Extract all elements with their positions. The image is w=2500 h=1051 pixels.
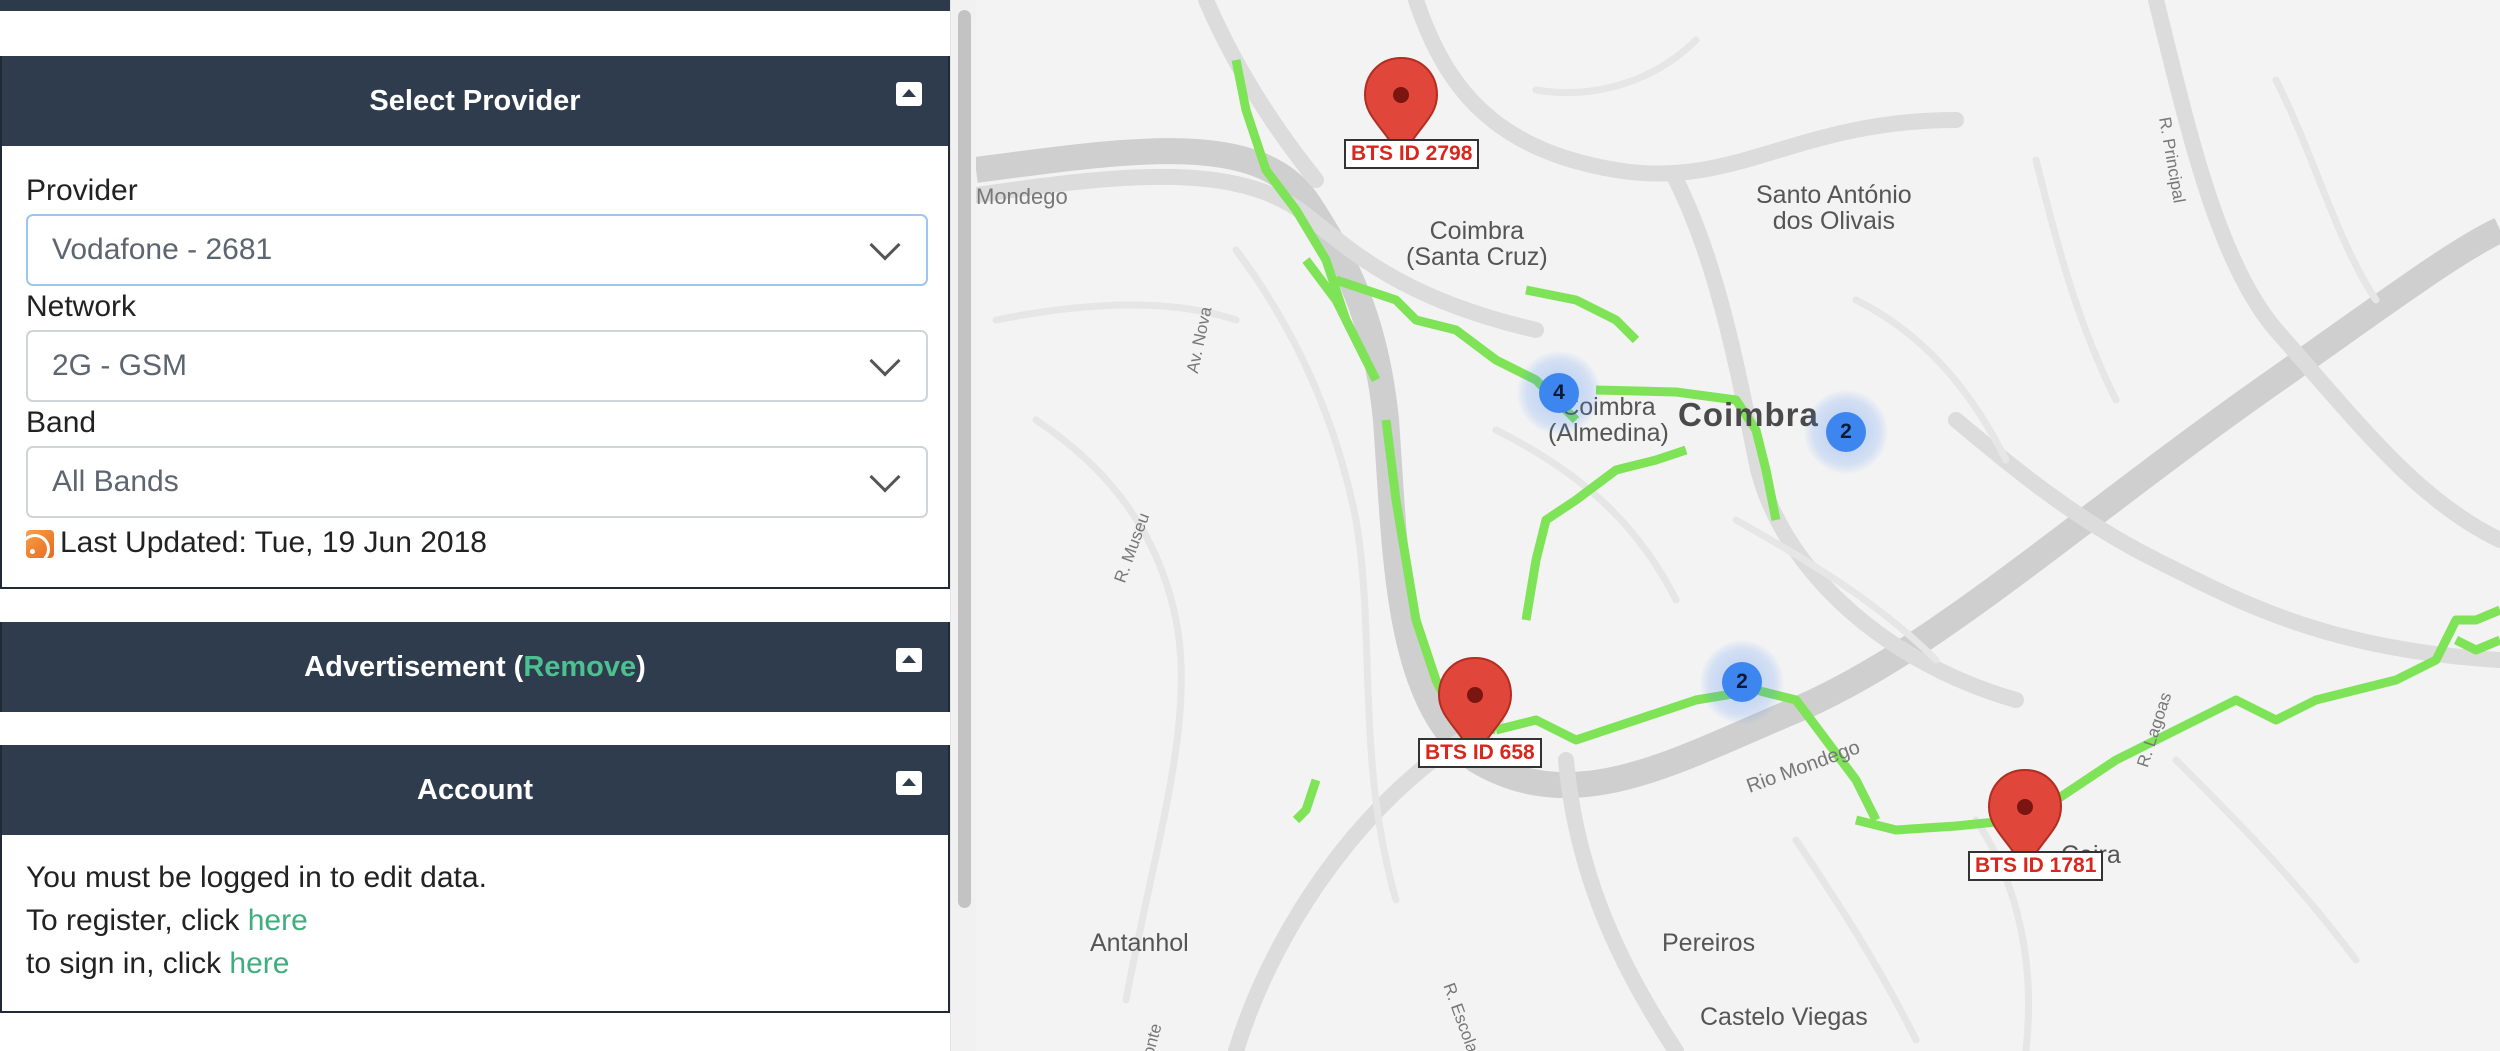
advertisement-title-suffix: )	[636, 650, 646, 683]
collapse-toggle-icon[interactable]	[896, 648, 922, 672]
marker-cluster[interactable]: 2	[1700, 640, 1784, 724]
login-required-text: You must be logged in to edit data.	[26, 861, 487, 894]
select-provider-panel: Select Provider Provider Vodafone - 2681…	[0, 56, 950, 589]
remove-ads-link[interactable]: Remove	[523, 651, 636, 684]
advertisement-title-prefix: Advertisement (	[304, 650, 524, 683]
scrollbar-thumb[interactable]	[958, 10, 971, 908]
network-value: 2G - GSM	[52, 349, 188, 382]
cluster-count: 2	[1722, 662, 1762, 702]
advertisement-panel: Advertisement (Remove)	[0, 622, 950, 712]
band-select[interactable]: All Bands	[26, 446, 928, 518]
cluster-count: 4	[1539, 373, 1579, 413]
account-panel: Account You must be logged in to edit da…	[0, 745, 950, 1013]
marker-cluster[interactable]: 2	[1804, 390, 1888, 474]
provider-value: Vodafone - 2681	[52, 233, 273, 266]
network-label: Network	[26, 290, 137, 323]
sign-in-line: to sign in, click here	[26, 947, 289, 981]
top-bar	[0, 0, 950, 11]
account-header[interactable]: Account	[2, 745, 948, 835]
network-select[interactable]: 2G - GSM	[26, 330, 928, 402]
map-base-layer	[976, 0, 2500, 1051]
bts-marker-label[interactable]: BTS ID 658	[1418, 738, 1542, 768]
place-santo-antonio-dos-olivais: Santo António dos Olivais	[1756, 181, 1912, 236]
select-provider-header[interactable]: Select Provider	[2, 56, 948, 146]
register-link[interactable]: here	[248, 904, 308, 937]
select-provider-title: Select Provider	[369, 84, 581, 117]
chevron-down-icon	[869, 461, 901, 493]
provider-select[interactable]: Vodafone - 2681	[26, 214, 928, 286]
sidebar: Select Provider Provider Vodafone - 2681…	[0, 0, 950, 1051]
band-label: Band	[26, 406, 97, 439]
advertisement-header[interactable]: Advertisement (Remove)	[2, 622, 948, 712]
marker-cluster[interactable]: 4	[1517, 351, 1601, 435]
place-antanhol: Antanhol	[1090, 929, 1189, 957]
place-castelo-viegas: Castelo Viegas	[1700, 1003, 1868, 1031]
rss-feed-icon[interactable]	[26, 530, 54, 558]
collapse-toggle-icon[interactable]	[896, 82, 922, 106]
register-prefix: To register, click	[26, 904, 248, 937]
account-title: Account	[417, 773, 533, 806]
sign-in-link[interactable]: here	[229, 947, 289, 980]
chevron-down-icon	[869, 229, 901, 261]
band-value: All Bands	[52, 465, 179, 498]
place-mondego-west: Mondego	[976, 184, 1068, 209]
collapse-toggle-icon[interactable]	[896, 771, 922, 795]
place-pereiros: Pereiros	[1662, 929, 1756, 957]
provider-label: Provider	[26, 174, 138, 207]
sign-in-prefix: to sign in, click	[26, 947, 230, 980]
bts-marker-label[interactable]: BTS ID 1781	[1968, 851, 2104, 881]
bts-marker-label[interactable]: BTS ID 2798	[1344, 139, 1480, 169]
cluster-count: 2	[1826, 412, 1866, 452]
sidebar-scrollbar[interactable]	[950, 0, 976, 1051]
register-line: To register, click here	[26, 904, 308, 938]
last-updated-text: Last Updated: Tue, 19 Jun 2018	[60, 526, 487, 559]
place-coimbra: Coimbra	[1678, 396, 1819, 433]
map-view[interactable]: Mondego Coimbra (Santa Cruz) Coimbra (Al…	[976, 0, 2500, 1051]
place-coimbra-santa-cruz: Coimbra (Santa Cruz)	[1406, 217, 1548, 272]
chevron-down-icon	[869, 345, 901, 377]
